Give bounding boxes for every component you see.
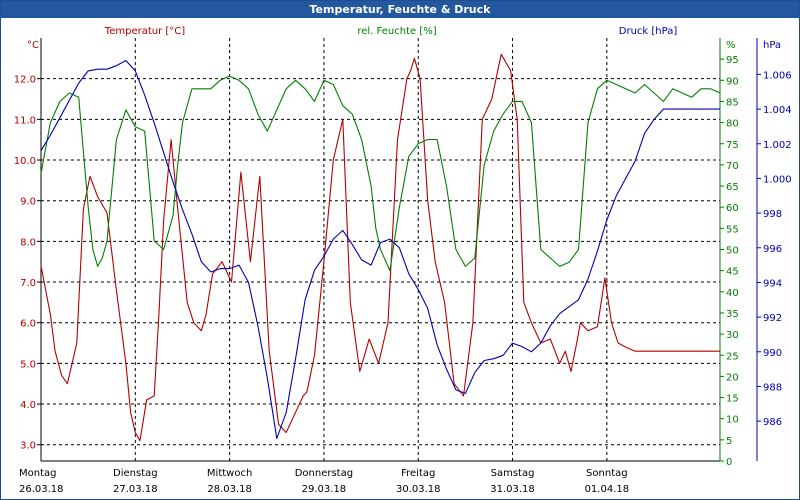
humidity-tick-label: 45 xyxy=(726,267,739,278)
humidity-tick-label: 0 xyxy=(726,457,732,468)
humidity-unit-label: % xyxy=(726,40,736,51)
humidity-tick-label: 25 xyxy=(726,351,739,362)
day-label: Samstag xyxy=(491,468,535,479)
pressure-tick-label: 1.006 xyxy=(763,70,792,81)
temperature-tick-label: 9.0 xyxy=(20,197,36,208)
humidity-tick-label: 65 xyxy=(726,182,739,193)
humidity-tick-label: 80 xyxy=(726,119,739,130)
temperature-unit-label: °C xyxy=(27,40,39,51)
temperature-tick-label: 12.0 xyxy=(14,75,36,86)
humidity-tick-label: 55 xyxy=(726,224,739,235)
temperature-tick-label: 5.0 xyxy=(20,359,36,370)
day-label: Freitag xyxy=(401,468,435,479)
humidity-tick-label: 35 xyxy=(726,309,739,320)
humidity-tick-label: 20 xyxy=(726,372,739,383)
weather-chart: 3.0 4.0 5.0 6.0 7.0 8.0 9.0 10.0 11.0 12.0 °C 0 5 10 1… xyxy=(14,26,792,495)
day-label: Dienstag xyxy=(113,468,158,479)
temperature-tick-label: 6.0 xyxy=(20,319,36,330)
pressure-tick-label: 1.000 xyxy=(763,174,792,185)
temperature-tick-label: 7.0 xyxy=(20,278,36,289)
day-label: Mittwoch xyxy=(207,468,252,479)
pressure-tick-label: 992 xyxy=(763,313,782,324)
date-label: 27.03.18 xyxy=(113,484,158,495)
humidity-tick-label: 30 xyxy=(726,330,739,341)
humidity-tick-label: 5 xyxy=(726,436,732,447)
pressure-series-label: Druck [hPa] xyxy=(619,26,678,37)
humidity-tick-label: 50 xyxy=(726,246,739,257)
temperature-tick-label: 10.0 xyxy=(14,156,36,167)
temperature-series-label: Temperatur [°C] xyxy=(104,26,185,37)
humidity-tick-label: 15 xyxy=(726,394,739,405)
day-label: Montag xyxy=(19,468,56,479)
date-label: 30.03.18 xyxy=(396,484,441,495)
date-label: 28.03.18 xyxy=(207,484,252,495)
humidity-tick-label: 70 xyxy=(726,161,739,172)
temperature-tick-label: 4.0 xyxy=(20,400,36,411)
humidity-tick-label: 90 xyxy=(726,76,739,87)
day-label: Sonntag xyxy=(586,468,628,479)
temperature-tick-label: 11.0 xyxy=(14,115,36,126)
pressure-tick-label: 990 xyxy=(763,348,782,359)
pressure-tick-label: 998 xyxy=(763,209,782,220)
humidity-tick-label: 10 xyxy=(726,415,739,426)
humidity-tick-label: 95 xyxy=(726,55,739,66)
temperature-tick-label: 8.0 xyxy=(20,237,36,248)
temperature-tick-label: 3.0 xyxy=(20,441,36,452)
humidity-tick-label: 40 xyxy=(726,288,739,299)
pressure-unit-label: hPa xyxy=(763,40,781,51)
date-label: 29.03.18 xyxy=(302,484,347,495)
pressure-tick-label: 994 xyxy=(763,278,782,289)
humidity-tick-label: 75 xyxy=(726,140,739,151)
date-label: 31.03.18 xyxy=(490,484,535,495)
humidity-series-label: rel. Feuchte [%] xyxy=(357,26,436,37)
date-label: 01.04.18 xyxy=(585,484,630,495)
pressure-tick-label: 1.004 xyxy=(763,105,792,116)
humidity-tick-label: 85 xyxy=(726,97,739,108)
date-label: 26.03.18 xyxy=(19,484,64,495)
day-label: Donnerstag xyxy=(295,468,353,479)
pressure-tick-label: 996 xyxy=(763,244,782,255)
pressure-tick-label: 986 xyxy=(763,417,782,428)
humidity-tick-label: 60 xyxy=(726,203,739,214)
pressure-tick-label: 1.002 xyxy=(763,140,792,151)
pressure-tick-label: 988 xyxy=(763,382,782,393)
